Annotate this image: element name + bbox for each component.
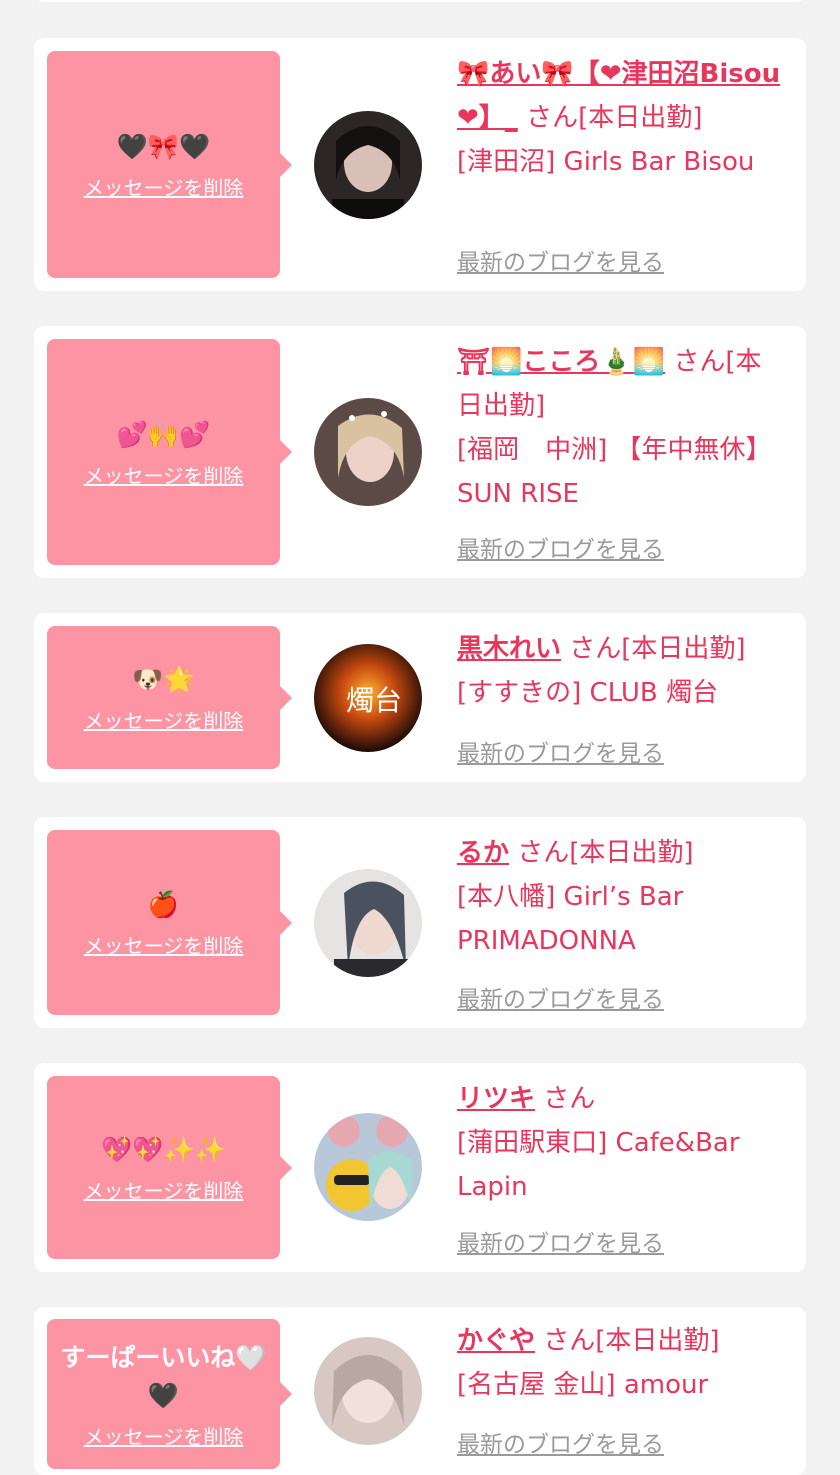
card-info: ⛩🌅こころ🎍🌅 さん[本日出勤] [福岡 中洲] 【年中無休】SUN RISE	[457, 340, 787, 516]
view-blog-link[interactable]: 最新のブログを見る	[457, 734, 664, 768]
shop-name: [本八幡] Girl’s Bar PRIMADONNA	[457, 882, 684, 956]
girl-name-link[interactable]: リツキ	[457, 1084, 535, 1114]
shop-name: [福岡 中洲] 【年中無休】SUN RISE	[457, 435, 772, 509]
girl-name-link[interactable]: かぐや	[457, 1326, 535, 1356]
shop-name: [蒲田駅東口] Cafe&Bar Lapin	[457, 1128, 740, 1202]
message-bubble: 🐶🌟 メッセージを削除	[47, 626, 292, 769]
shop-name: [名古屋 金山] amour	[457, 1370, 709, 1400]
message-bubble: 🖤🎀🖤 メッセージを削除	[47, 51, 292, 278]
avatar[interactable]	[314, 1337, 422, 1445]
message-text: 💖💖✨✨	[101, 1135, 226, 1164]
girl-suffix: さん[本日出勤]	[517, 838, 694, 868]
message-card: 🖤🎀🖤 メッセージを削除 🎀あい🎀【❤津田沼Bisou❤】_ さん[本日出勤] …	[34, 38, 806, 291]
avatar[interactable]	[314, 398, 422, 506]
shop-name: [すすきの] CLUB 燭台	[457, 678, 719, 708]
view-blog-link[interactable]: 最新のブログを見る	[457, 530, 664, 564]
card-info: るか さん[本日出勤] [本八幡] Girl’s Bar PRIMADONNA	[457, 831, 787, 963]
message-text: 🍎	[147, 890, 180, 919]
delete-message-link[interactable]: メッセージを削除	[84, 1421, 244, 1450]
girl-name-link[interactable]: るか	[457, 838, 509, 868]
delete-message-link[interactable]: メッセージを削除	[84, 460, 244, 489]
view-blog-link[interactable]: 最新のブログを見る	[457, 243, 664, 277]
message-card: 💖💖✨✨ メッセージを削除 リツキ さん [蒲田駅東口] Cafe&Bar La…	[34, 1063, 806, 1272]
card-info: 黒木れい さん[本日出勤] [すすきの] CLUB 燭台	[457, 627, 787, 715]
previous-card-edge	[34, 0, 806, 2]
avatar[interactable]: 燭台	[314, 644, 422, 752]
girl-suffix: さん[本日出勤]	[569, 634, 746, 664]
card-info: 🎀あい🎀【❤津田沼Bisou❤】_ さん[本日出勤] [津田沼] Girls B…	[457, 52, 787, 184]
avatar[interactable]	[314, 111, 422, 219]
delete-message-link[interactable]: メッセージを削除	[84, 172, 244, 201]
delete-message-link[interactable]: メッセージを削除	[84, 1175, 244, 1204]
message-card: 💕🙌💕 メッセージを削除 ⛩🌅こころ🎍🌅 さん[本日出勤] [福岡 中洲] 【年…	[34, 326, 806, 578]
avatar[interactable]	[314, 1113, 422, 1221]
girl-name-link[interactable]: 黒木れい	[457, 634, 561, 664]
delete-message-link[interactable]: メッセージを削除	[84, 930, 244, 959]
message-bubble: 🍎 メッセージを削除	[47, 830, 292, 1015]
view-blog-link[interactable]: 最新のブログを見る	[457, 980, 664, 1014]
view-blog-link[interactable]: 最新のブログを見る	[457, 1224, 664, 1258]
card-info: かぐや さん[本日出勤] [名古屋 金山] amour	[457, 1319, 787, 1407]
avatar[interactable]	[314, 869, 422, 977]
girl-suffix: さん[本日出勤]	[526, 103, 703, 133]
message-card: すーぱーいいね🤍🖤 メッセージを削除 かぐや さん[本日出勤] [名古屋 金山]…	[34, 1307, 806, 1475]
message-text: 🐶🌟	[132, 665, 195, 694]
shop-name: [津田沼] Girls Bar Bisou	[457, 147, 755, 177]
girl-suffix: さん	[543, 1084, 596, 1114]
girl-name-link[interactable]: ⛩🌅こころ🎍🌅	[457, 347, 665, 377]
girl-suffix: さん[本日出勤]	[543, 1326, 720, 1356]
message-bubble: すーぱーいいね🤍🖤 メッセージを削除	[47, 1319, 292, 1469]
message-bubble: 💕🙌💕 メッセージを削除	[47, 339, 292, 565]
view-blog-link[interactable]: 最新のブログを見る	[457, 1425, 664, 1459]
message-text: すーぱーいいね🤍🖤	[60, 1342, 267, 1410]
message-card: 🍎 メッセージを削除 るか さん[本日出勤] [本八幡] Girl’s Bar …	[34, 817, 806, 1028]
message-bubble: 💖💖✨✨ メッセージを削除	[47, 1076, 292, 1259]
message-text: 🖤🎀🖤	[116, 132, 211, 161]
avatar-logo-text: 燭台	[346, 684, 402, 717]
delete-message-link[interactable]: メッセージを削除	[84, 705, 244, 734]
card-info: リツキ さん [蒲田駅東口] Cafe&Bar Lapin	[457, 1077, 787, 1209]
message-text: 💕🙌💕	[116, 419, 211, 449]
message-card: 🐶🌟 メッセージを削除 燭台 黒木れい さん[本日出勤] [すすきの] CLUB…	[34, 613, 806, 782]
